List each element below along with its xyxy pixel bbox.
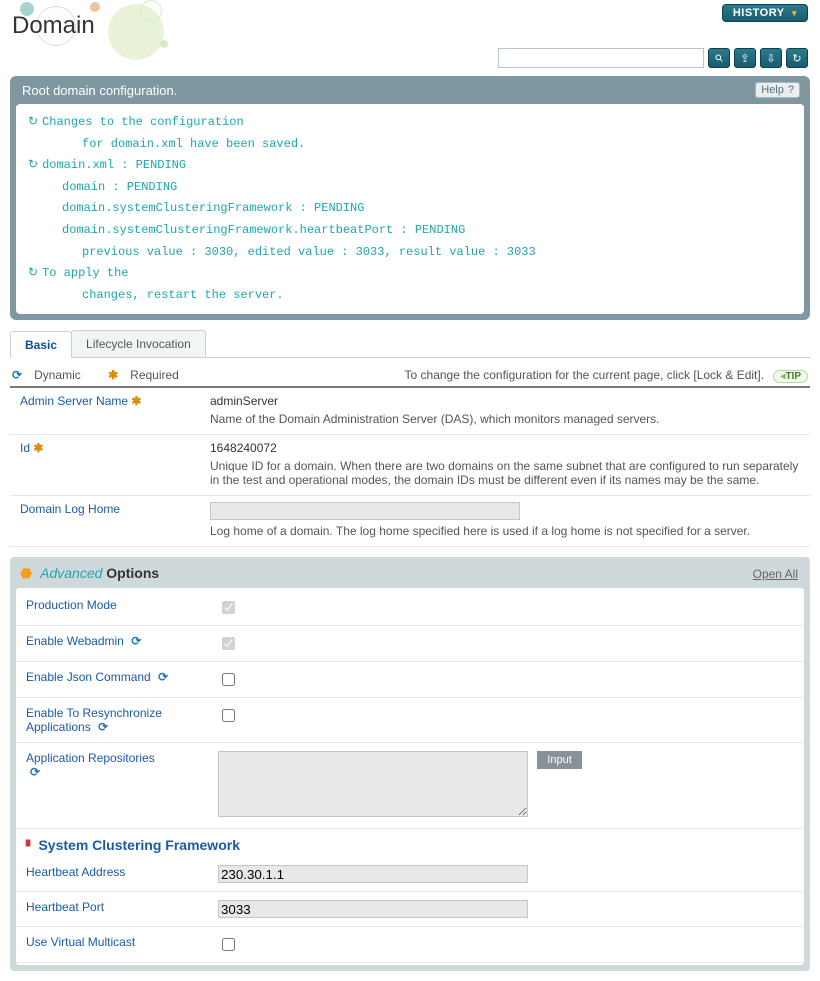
dynamic-icon: ⟳: [158, 670, 168, 684]
label-text: Enable Json Command: [26, 670, 151, 684]
log-text: changes, restart the server.: [28, 285, 284, 307]
panel-title: Root domain configuration.: [22, 83, 177, 98]
log-text: domain : PENDING: [28, 177, 177, 199]
required-icon: ✱: [33, 441, 43, 455]
heartbeat-address-input[interactable]: [218, 865, 528, 883]
status-panel: Root domain configuration. Help ? ↻ Chang…: [10, 76, 810, 320]
tab-lifecycle[interactable]: Lifecycle Invocation: [71, 330, 206, 357]
log-text: domain.systemClusteringFramework.heartbe…: [28, 220, 465, 242]
heartbeat-port-label: Heartbeat Port: [16, 892, 208, 927]
tip-text: To change the configuration for the curr…: [405, 368, 765, 382]
id-label: Id ✱: [10, 435, 202, 496]
required-icon: ✱: [131, 394, 141, 408]
dynamic-icon: ⟳: [98, 720, 108, 734]
enable-webadmin-checkbox[interactable]: [222, 637, 235, 650]
dynamic-icon: ⟳: [12, 368, 22, 382]
legend-dynamic: Dynamic: [34, 368, 81, 382]
search-input[interactable]: [498, 48, 704, 68]
id-desc: Unique ID for a domain. When there are t…: [210, 459, 802, 487]
log-text: previous value : 3030, edited value : 30…: [28, 242, 536, 264]
advanced-title-suffix: Options: [102, 565, 159, 581]
log-text: To apply the: [42, 266, 128, 280]
label-text: Enable Webadmin: [26, 634, 124, 648]
basic-form: Admin Server Name ✱ adminServer Name of …: [10, 388, 810, 547]
log-text: for domain.xml have been saved.: [28, 134, 305, 156]
dynamic-icon: ⟳: [131, 634, 141, 648]
tip-label: TIP: [785, 371, 801, 382]
legend-required: Required: [130, 368, 179, 382]
page-title: Domain: [12, 12, 808, 40]
legend-bar: ⟳ Dynamic ✱ Required To change the configu…: [10, 362, 810, 388]
tab-basic[interactable]: Basic: [10, 331, 72, 358]
app-repos-label: Application Repositories ⟳: [16, 743, 208, 829]
production-mode-checkbox[interactable]: [222, 601, 235, 614]
use-virtual-multicast-checkbox[interactable]: [222, 938, 235, 951]
refresh-icon[interactable]: ↻: [786, 48, 808, 68]
input-button[interactable]: Input: [537, 751, 581, 769]
id-value: 1648240072: [210, 441, 802, 455]
enable-webadmin-label: Enable Webadmin ⟳: [16, 626, 208, 662]
scf-section-title: ▘ System Clustering Framework: [16, 829, 804, 857]
refresh-glyph-icon: ↻: [28, 158, 38, 172]
use-virtual-multicast-label: Use Virtual Multicast: [16, 927, 208, 963]
log-text: domain.xml : PENDING: [42, 158, 186, 172]
domain-log-home-input[interactable]: [210, 502, 520, 520]
domain-log-home-label: Domain Log Home: [10, 496, 202, 547]
domain-log-home-desc: Log home of a domain. The log home speci…: [210, 524, 802, 538]
open-all-link[interactable]: Open All: [753, 567, 798, 581]
log-text: domain.systemClusteringFramework : PENDI…: [28, 198, 364, 220]
flag-icon: ▘: [26, 841, 34, 853]
admin-server-name-value: adminServer: [210, 394, 802, 408]
magnifier-icon: [715, 52, 723, 64]
refresh-glyph-icon: ↻: [28, 115, 38, 129]
advanced-panel: ⬣ Advanced Options Open All Production M…: [10, 557, 810, 971]
dynamic-icon: ⟳: [30, 765, 40, 779]
section-title-text: System Clustering Framework: [38, 837, 240, 853]
refresh-glyph-icon: ↻: [28, 266, 38, 280]
app-repos-textarea[interactable]: [218, 751, 528, 817]
label-text: Admin Server Name: [20, 394, 128, 408]
label-text: Id: [20, 441, 30, 455]
label-text: Enable To Resynchronize Applications: [26, 706, 162, 734]
tab-bar: Basic Lifecycle Invocation: [10, 330, 810, 358]
log-text: Changes to the configuration: [42, 115, 244, 129]
status-log: ↻ Changes to the configuration for domain…: [16, 104, 804, 314]
enable-resync-checkbox[interactable]: [222, 709, 235, 722]
export-icon[interactable]: ⇪: [734, 48, 756, 68]
shield-icon: ⬣: [20, 565, 32, 581]
import-icon[interactable]: ⇩: [760, 48, 782, 68]
enable-resync-label: Enable To Resynchronize Applications ⟳: [16, 698, 208, 743]
help-label: Help: [761, 84, 784, 96]
production-mode-label: Production Mode: [16, 590, 208, 626]
search-icon[interactable]: [708, 48, 730, 68]
help-icon: ?: [788, 84, 794, 96]
advanced-title-prefix: Advanced: [40, 565, 102, 581]
enable-json-checkbox[interactable]: [222, 673, 235, 686]
admin-server-name-desc: Name of the Domain Administration Server…: [210, 412, 802, 426]
label-text: Application Repositories: [26, 751, 155, 765]
admin-server-name-label: Admin Server Name ✱: [10, 388, 202, 435]
enable-json-label: Enable Json Command ⟳: [16, 662, 208, 698]
heartbeat-address-label: Heartbeat Address: [16, 857, 208, 892]
heartbeat-port-input[interactable]: [218, 900, 528, 918]
help-button[interactable]: Help ?: [755, 82, 800, 98]
required-icon: ✱: [108, 368, 118, 382]
